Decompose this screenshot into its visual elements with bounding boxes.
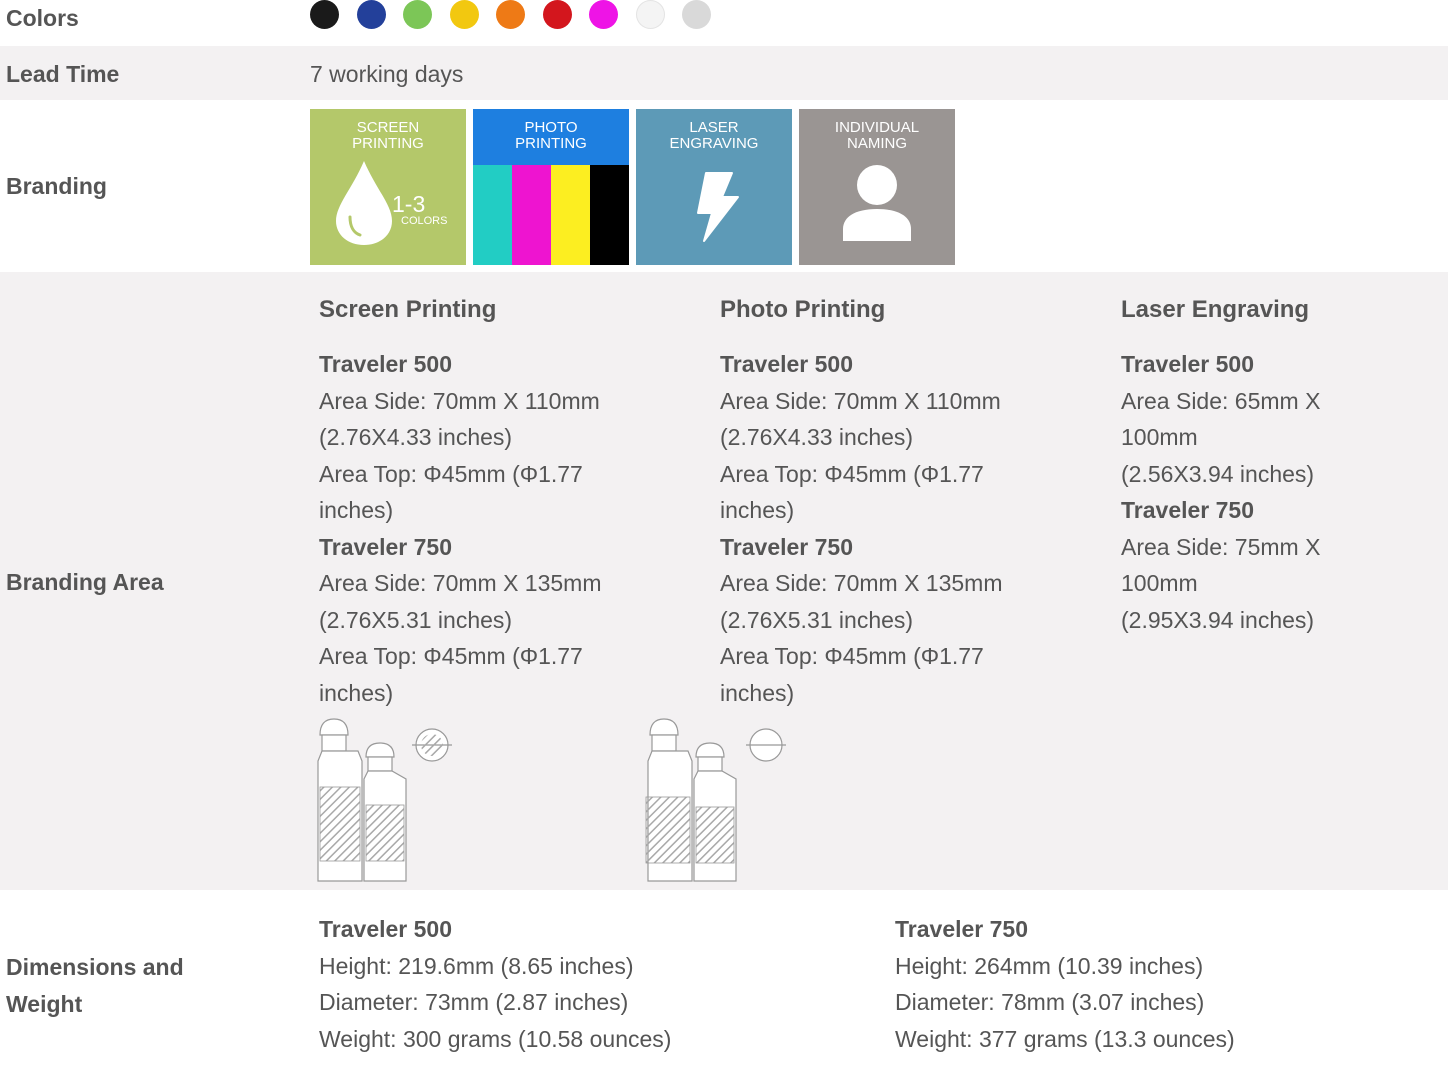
spec-line: inches) — [720, 679, 795, 706]
spec-line: Area Top: Φ45mm (Φ1.77 — [319, 460, 583, 487]
model-name: Traveler 750 — [1121, 497, 1255, 523]
drop-icon — [336, 161, 392, 245]
screen-printing-tile[interactable]: SCREEN PRINTING 1-3 COLORS — [310, 109, 466, 265]
color-swatch[interactable] — [589, 0, 618, 29]
laser-engraving-tile[interactable]: LASER ENGRAVING — [636, 109, 792, 265]
spec-block: Traveler 500 Area Side: 70mm X 110mm (2.… — [720, 346, 1080, 711]
spec-line: inches) — [720, 497, 795, 523]
dimension-line: Height: 219.6mm (8.65 inches) — [319, 952, 634, 979]
spec-line: 100mm — [1121, 424, 1198, 450]
branding-label: Branding — [6, 173, 107, 199]
dimensions-block: Traveler 750 Height: 264mm (10.39 inches… — [895, 911, 1395, 1057]
dimension-line: Diameter: 78mm (3.07 inches) — [895, 989, 1205, 1015]
color-swatch[interactable] — [310, 0, 339, 29]
spec-line: Area Side: 70mm X 135mm — [319, 570, 602, 596]
model-name: Traveler 500 — [720, 351, 854, 377]
cyan-bar — [473, 165, 512, 265]
spec-line: Area Top: Φ45mm (Φ1.77 — [319, 643, 583, 669]
model-name: Traveler 500 — [319, 916, 453, 942]
dimension-line: Diameter: 73mm (2.87 inches) — [319, 989, 629, 1015]
dimension-line: Weight: 377 grams (13.3 ounces) — [895, 1025, 1235, 1052]
column-heading: Photo Printing — [720, 296, 886, 323]
color-swatch[interactable] — [449, 0, 479, 29]
spec-line: 100mm — [1121, 570, 1198, 596]
tile-title: PHOTO PRINTING — [515, 119, 587, 152]
photo-printing-tile[interactable]: PHOTO PRINTING — [473, 109, 629, 265]
model-name: Traveler 500 — [319, 351, 453, 377]
model-name: Traveler 750 — [895, 916, 1029, 942]
lightning-icon — [697, 172, 739, 242]
color-swatch[interactable] — [542, 0, 572, 29]
spec-line: Area Side: 75mm X — [1121, 533, 1321, 560]
spec-block: Traveler 500 Area Side: 65mm X 100mm (2.… — [1121, 346, 1421, 638]
person-icon — [843, 165, 911, 241]
spec-line: Area Side: 65mm X — [1121, 387, 1321, 414]
branding-area-label: Branding Area — [6, 569, 164, 595]
dimensions-row: Dimensions and Weight Traveler 500 Heigh… — [0, 890, 1448, 1070]
spec-line: Area Side: 70mm X 110mm — [319, 387, 600, 414]
spec-line: inches) — [319, 679, 394, 706]
yellow-bar — [551, 165, 590, 265]
spec-line: Area Side: 70mm X 110mm — [720, 387, 1001, 414]
lead-time-value: 7 working days — [310, 61, 464, 87]
lead-time-label: Lead Time — [6, 61, 120, 87]
dimension-line: Weight: 300 grams (10.58 ounces) — [319, 1025, 672, 1052]
color-unit: COLORS — [401, 215, 448, 227]
cmyk-bars-icon — [473, 165, 629, 265]
model-name: Traveler 500 — [1121, 351, 1255, 377]
spec-line: Area Top: Φ45mm (Φ1.77 — [720, 643, 984, 669]
spec-line: Area Side: 70mm X 135mm — [720, 570, 1003, 596]
color-swatch[interactable] — [682, 0, 711, 29]
spec-line: (2.76X4.33 inches) — [720, 424, 914, 450]
spec-line: (2.76X5.31 inches) — [319, 606, 513, 633]
color-swatch[interactable] — [496, 0, 525, 29]
spec-line: (2.76X5.31 inches) — [720, 606, 914, 633]
dimensions-block: Traveler 500 Height: 219.6mm (8.65 inche… — [319, 911, 819, 1057]
spec-line: Area Top: Φ45mm (Φ1.77 — [720, 460, 984, 487]
colors-row: Colors — [0, 0, 1448, 46]
colors-label: Colors — [6, 5, 79, 31]
dimensions-label: Dimensions and Weight — [6, 949, 184, 1022]
spec-line: inches) — [319, 497, 394, 523]
photo-printing-bottle-diagram — [645, 718, 786, 882]
model-name: Traveler 750 — [720, 533, 854, 560]
color-swatch[interactable] — [403, 0, 432, 29]
screen-printing-bottle-diagram — [317, 718, 452, 882]
dimension-line: Height: 264mm (10.39 inches) — [895, 952, 1204, 979]
column-heading: Laser Engraving — [1121, 296, 1310, 323]
color-swatch[interactable] — [635, 0, 665, 29]
branding-area-row: Branding Area Screen Printing Traveler 5… — [0, 272, 1448, 890]
column-heading: Screen Printing — [319, 296, 497, 323]
color-swatch[interactable] — [356, 0, 386, 29]
color-range: 1-3 — [392, 191, 426, 217]
magenta-bar — [512, 165, 551, 265]
dimensions-label-line: Weight — [6, 990, 83, 1017]
spec-line: (2.76X4.33 inches) — [319, 424, 513, 450]
spec-block: Traveler 500 Area Side: 70mm X 110mm (2.… — [319, 346, 679, 711]
branding-tiles: SCREEN PRINTING 1-3 COLORS PHOTO PRINTIN… — [310, 109, 962, 265]
individual-naming-tile[interactable]: INDIVIDUAL NAMING — [799, 109, 955, 265]
model-name: Traveler 750 — [319, 533, 453, 560]
branding-row: Branding SCREEN PRINTING 1-3 COLORS PHOT… — [0, 100, 1448, 272]
color-swatches — [310, 0, 729, 29]
lead-time-row: Lead Time 7 working days — [0, 46, 1448, 100]
dimensions-label-line: Dimensions and — [6, 954, 184, 980]
black-bar — [590, 165, 629, 265]
spec-line: (2.56X3.94 inches) — [1121, 460, 1315, 487]
spec-line: (2.95X3.94 inches) — [1121, 606, 1315, 633]
